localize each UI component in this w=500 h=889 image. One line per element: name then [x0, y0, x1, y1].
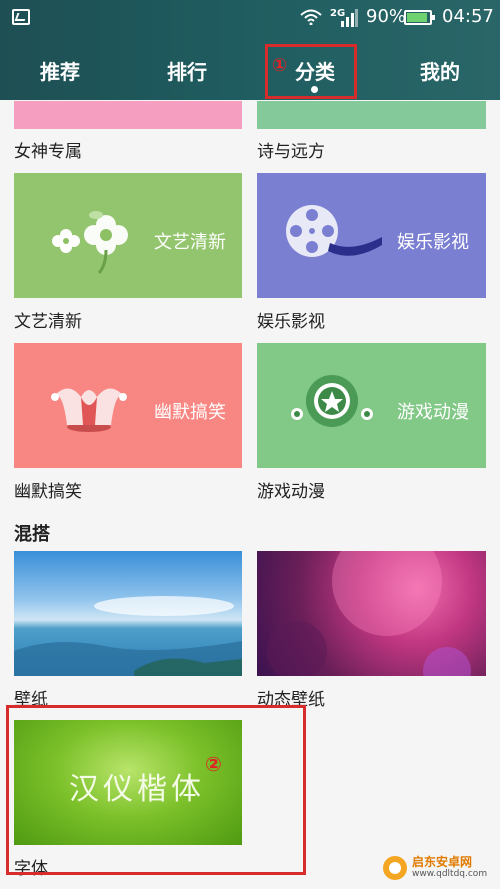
category-card-poetry[interactable]: [257, 101, 486, 129]
category-label-entertainment: 娱乐影视: [257, 312, 325, 332]
wifi-icon: [300, 9, 322, 25]
category-label-literary: 文艺清新: [14, 312, 82, 332]
category-card-games[interactable]: 游戏动漫: [257, 343, 486, 468]
annotation-one: ①: [272, 55, 288, 76]
status-bar: 2G 90% 04:57: [0, 0, 500, 36]
watermark-logo-icon: [383, 856, 407, 880]
category-card-title-games: 游戏动漫: [397, 402, 469, 423]
film-reel-icon: [286, 205, 382, 257]
jester-hat-icon: [51, 388, 127, 432]
category-card-title-entertainment: 娱乐影视: [397, 232, 469, 253]
category-card-humor[interactable]: 幽默搞笑: [14, 343, 242, 468]
image-notification-icon: [12, 9, 30, 25]
category-card-literary[interactable]: 文艺清新: [14, 173, 242, 298]
tab-ranking[interactable]: 排行: [167, 56, 207, 85]
flower-icon: [52, 211, 128, 274]
category-card-title-literary: 文艺清新: [154, 232, 226, 253]
battery-icon: [404, 10, 435, 25]
category-label-poetry: 诗与远方: [257, 142, 325, 162]
top-bar: 2G 90% 04:57 推荐 排行 分类 我的: [0, 0, 500, 100]
watermark-url: www.qdltdq.com: [412, 869, 488, 879]
signal-icon: [341, 9, 358, 27]
sea-landscape-image: [14, 596, 242, 676]
annotation-two: ②: [205, 752, 222, 776]
tab-recommend[interactable]: 推荐: [40, 56, 80, 85]
clock: 04:57: [442, 6, 494, 27]
watermark-name: 启东安卓网: [412, 855, 473, 869]
category-label-games: 游戏动漫: [257, 482, 325, 502]
section-title-mix: 混搭: [14, 524, 50, 545]
tab-mine[interactable]: 我的: [420, 56, 460, 85]
bubble-abstract-image: [267, 551, 471, 676]
category-card-goddess[interactable]: [14, 101, 242, 129]
watermark: 启东安卓网 www.qdltdq.com: [382, 853, 492, 883]
category-card-title-humor: 幽默搞笑: [154, 402, 226, 423]
mix-card-live-wallpaper[interactable]: [257, 551, 486, 676]
mix-card-wallpaper[interactable]: [14, 551, 242, 676]
category-label-goddess: 女神专属: [14, 142, 82, 162]
highlight-box-font: [6, 705, 306, 875]
battery-percent: 90%: [366, 6, 407, 27]
game-badge-icon: [291, 375, 373, 427]
category-label-humor: 幽默搞笑: [14, 482, 82, 502]
tab-bar: 推荐 排行 分类 我的: [0, 38, 500, 100]
category-card-entertainment[interactable]: 娱乐影视: [257, 173, 486, 298]
